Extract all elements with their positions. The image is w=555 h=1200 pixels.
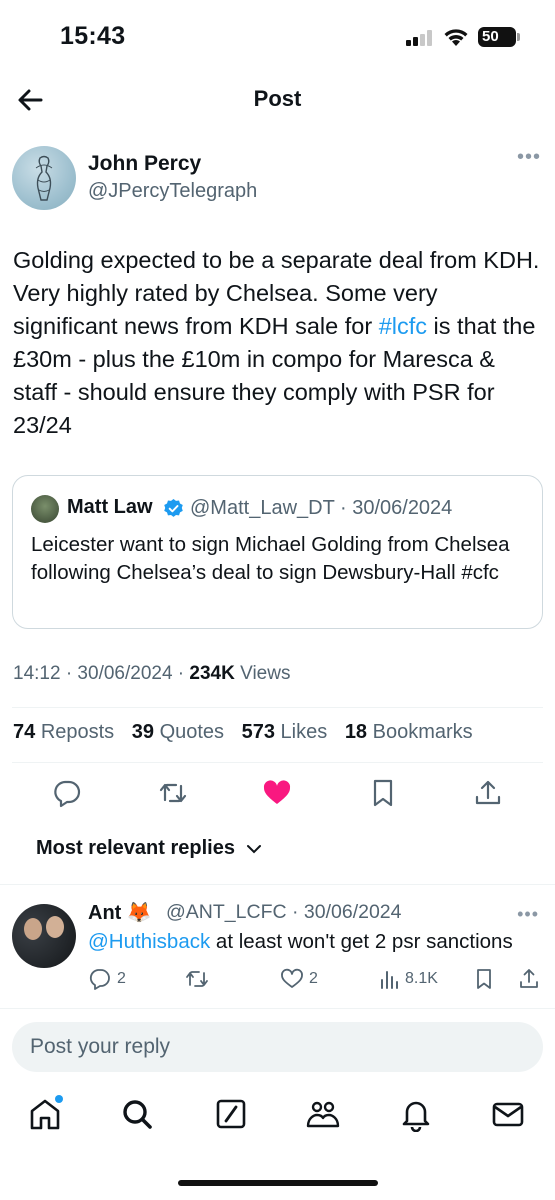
bookmark-icon: [477, 969, 491, 989]
reply-count: 2: [117, 970, 126, 987]
reply-composer[interactable]: Post your reply: [12, 1022, 543, 1072]
reply-icon: [89, 969, 110, 990]
search-icon: [123, 1100, 152, 1129]
quoted-post[interactable]: Matt Law @Matt_Law_DT · 30/06/2024 Leice…: [12, 475, 543, 629]
post-stats: 74 Reposts 39 Quotes 573 Likes 18 Bookma…: [13, 721, 485, 744]
chevron-down-icon: [246, 844, 261, 854]
top-nav: Post: [0, 72, 555, 126]
stat-label: Reposts: [40, 721, 115, 743]
communities-icon: [306, 1101, 340, 1128]
status-bar: 15:43 50: [0, 0, 555, 72]
repost-icon: [186, 971, 208, 987]
reply-text-body: at least won't get 2 psr sanctions: [210, 930, 513, 953]
bottom-tab-bar: [0, 1092, 555, 1144]
reply-author-name[interactable]: Ant 🦊: [88, 900, 152, 925]
messages-icon: [492, 1102, 524, 1127]
tab-grok[interactable]: [213, 1096, 249, 1132]
divider: [0, 1008, 555, 1009]
more-icon[interactable]: •••: [515, 147, 543, 168]
cellular-signal-icon: [406, 30, 434, 46]
notification-dot: [55, 1095, 63, 1103]
like-icon[interactable]: [262, 778, 292, 808]
tab-home[interactable]: [27, 1095, 63, 1132]
divider: [12, 762, 543, 763]
post-timestamp: 14:12 · 30/06/2024 ·: [13, 663, 190, 684]
reposts-stat[interactable]: 74 Reposts: [13, 721, 114, 743]
reply-reply-button[interactable]: 2: [88, 967, 126, 991]
mention-link[interactable]: @Huthisback: [88, 930, 210, 953]
notifications-icon: [402, 1101, 430, 1133]
share-icon: [520, 969, 538, 988]
author-name[interactable]: John Percy: [88, 152, 201, 176]
post-meta: 14:12 · 30/06/2024 · 234K Views: [13, 663, 290, 685]
reply-actions: 2 2 8.1K: [88, 967, 543, 991]
reply-avatar[interactable]: [12, 904, 76, 968]
quote-author-name: Matt Law: [67, 496, 153, 518]
stat-label: Quotes: [159, 721, 225, 743]
reply-share-button[interactable]: [518, 967, 540, 991]
replies-sort-label: Most relevant replies: [36, 837, 235, 859]
bookmark-icon[interactable]: [368, 778, 398, 808]
grok-icon: [216, 1099, 246, 1129]
post-author: John Percy @JPercyTelegraph •••: [12, 146, 543, 212]
reply-repost-button[interactable]: [185, 967, 209, 991]
avatar-sketch-icon: [35, 155, 53, 201]
like-count: 2: [309, 970, 318, 987]
views-icon: [381, 971, 398, 989]
post-actions: [0, 778, 555, 810]
views-count: 8.1K: [405, 970, 438, 987]
tab-messages[interactable]: [490, 1096, 526, 1132]
reply-text: @Huthisback at least won't get 2 psr san…: [88, 930, 513, 954]
post-text: Golding expected to be a separate deal f…: [13, 244, 543, 442]
views-label: Views: [234, 663, 291, 684]
reply-like-button[interactable]: 2: [280, 967, 318, 991]
home-indicator: [178, 1180, 378, 1186]
quote-avatar: [31, 495, 59, 523]
reply-views-button[interactable]: 8.1K: [378, 967, 438, 991]
stat-count: 573: [241, 721, 275, 743]
stat-count: 39: [131, 721, 154, 743]
reply-icon[interactable]: [52, 778, 82, 808]
hashtag-link[interactable]: #lcfc: [379, 313, 427, 339]
stat-label: Likes: [280, 721, 328, 743]
stat-label: Bookmarks: [372, 721, 473, 743]
reply-bookmark-button[interactable]: [473, 967, 495, 991]
more-icon[interactable]: •••: [517, 904, 539, 925]
views-count: 234K: [189, 663, 235, 684]
author-handle[interactable]: @JPercyTelegraph: [88, 180, 257, 203]
tab-search[interactable]: [119, 1096, 155, 1132]
quote-text: Leicester want to sign Michael Golding f…: [31, 533, 510, 584]
battery-indicator: 50: [478, 27, 520, 47]
reply-item[interactable]: Ant 🦊 @ANT_LCFC · 30/06/2024 ••• @Huthis…: [0, 884, 555, 1008]
reply-handle-date: @ANT_LCFC · 30/06/2024: [166, 901, 402, 923]
quotes-stat[interactable]: 39 Quotes: [132, 721, 224, 743]
author-avatar[interactable]: [12, 146, 76, 210]
wifi-icon: [444, 29, 468, 46]
status-time: 15:43: [60, 22, 126, 50]
page-title: Post: [253, 86, 302, 111]
bookmarks-stat[interactable]: 18 Bookmarks: [345, 721, 473, 743]
verified-icon: [164, 498, 183, 517]
reply-composer-placeholder: Post your reply: [30, 1035, 171, 1058]
repost-icon[interactable]: [158, 778, 188, 808]
likes-stat[interactable]: 573 Likes: [242, 721, 328, 743]
tab-notifications[interactable]: [398, 1096, 434, 1133]
divider: [12, 707, 543, 708]
quote-handle-date: @Matt_Law_DT · 30/06/2024: [190, 497, 453, 519]
stat-count: 18: [344, 721, 368, 743]
tab-communities[interactable]: [305, 1096, 341, 1132]
replies-sort-dropdown[interactable]: Most relevant replies: [36, 837, 263, 860]
share-icon[interactable]: [473, 778, 503, 808]
stat-count: 74: [13, 721, 36, 743]
like-icon: [281, 968, 303, 988]
